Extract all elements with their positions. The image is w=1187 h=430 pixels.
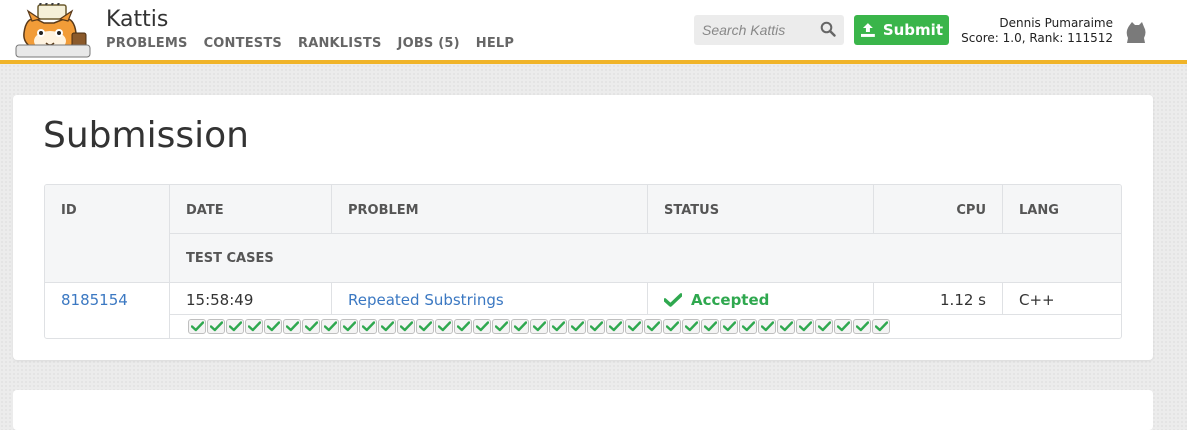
test-case-results bbox=[188, 319, 890, 334]
submission-card: Submission ID DATE PROBLEM STATUS CPU LA… bbox=[13, 95, 1153, 360]
test-case-passed-icon[interactable] bbox=[511, 319, 529, 334]
header-problem: PROBLEM bbox=[348, 203, 419, 218]
nav-ranklists[interactable]: RANKLISTS bbox=[298, 36, 382, 51]
status-badge: Accepted bbox=[664, 291, 769, 309]
header-status: STATUS bbox=[664, 203, 720, 218]
test-case-passed-icon[interactable] bbox=[226, 319, 244, 334]
test-case-passed-icon[interactable] bbox=[701, 319, 719, 334]
test-case-passed-icon[interactable] bbox=[454, 319, 472, 334]
upload-icon bbox=[860, 23, 875, 37]
header-id: ID bbox=[61, 203, 77, 218]
user-name: Dennis Pumaraime bbox=[999, 16, 1113, 30]
test-case-passed-icon[interactable] bbox=[587, 319, 605, 334]
test-case-passed-icon[interactable] bbox=[302, 319, 320, 334]
page-title: Submission bbox=[43, 115, 249, 156]
column-divider bbox=[331, 282, 332, 314]
submission-id-link[interactable]: 8185154 bbox=[61, 291, 128, 309]
test-case-passed-icon[interactable] bbox=[644, 319, 662, 334]
column-divider bbox=[1002, 282, 1003, 314]
search-box bbox=[694, 15, 844, 45]
test-case-passed-icon[interactable] bbox=[397, 319, 415, 334]
test-case-passed-icon[interactable] bbox=[796, 319, 814, 334]
header-cpu: CPU bbox=[956, 203, 986, 218]
test-case-passed-icon[interactable] bbox=[720, 319, 738, 334]
row-divider bbox=[169, 233, 1121, 234]
search-input[interactable] bbox=[702, 22, 814, 38]
column-divider bbox=[647, 185, 648, 234]
user-info[interactable]: Dennis Pumaraime Score: 1.0, Rank: 11151… bbox=[961, 16, 1113, 46]
test-case-passed-icon[interactable] bbox=[283, 319, 301, 334]
next-card bbox=[13, 390, 1153, 430]
status-text: Accepted bbox=[691, 291, 770, 309]
check-icon bbox=[664, 293, 682, 307]
avatar[interactable] bbox=[1125, 20, 1147, 44]
header-lang: LANG bbox=[1019, 203, 1059, 218]
test-case-passed-icon[interactable] bbox=[416, 319, 434, 334]
test-case-passed-icon[interactable] bbox=[188, 319, 206, 334]
kattis-logo[interactable] bbox=[14, 3, 94, 59]
test-case-passed-icon[interactable] bbox=[777, 319, 795, 334]
problem-link[interactable]: Repeated Substrings bbox=[348, 291, 504, 309]
column-divider bbox=[331, 185, 332, 234]
test-case-passed-icon[interactable] bbox=[264, 319, 282, 334]
test-case-passed-icon[interactable] bbox=[663, 319, 681, 334]
test-case-passed-icon[interactable] bbox=[834, 319, 852, 334]
cpu-time: 1.12 s bbox=[940, 291, 986, 309]
column-divider bbox=[1002, 185, 1003, 234]
submit-label: Submit bbox=[882, 21, 943, 39]
submit-button[interactable]: Submit bbox=[854, 15, 949, 45]
language: C++ bbox=[1019, 291, 1055, 309]
test-case-passed-icon[interactable] bbox=[435, 319, 453, 334]
test-case-passed-icon[interactable] bbox=[568, 319, 586, 334]
row-divider bbox=[169, 314, 1121, 315]
test-case-passed-icon[interactable] bbox=[340, 319, 358, 334]
test-case-passed-icon[interactable] bbox=[758, 319, 776, 334]
test-case-passed-icon[interactable] bbox=[492, 319, 510, 334]
main-nav: PROBLEMS CONTESTS RANKLISTS JOBS (5) HEL… bbox=[106, 36, 514, 51]
user-stats: Score: 1.0, Rank: 111512 bbox=[961, 31, 1113, 45]
header-test-cases: TEST CASES bbox=[186, 251, 274, 266]
submission-table: ID DATE PROBLEM STATUS CPU LANG TEST CAS… bbox=[44, 184, 1122, 339]
test-case-passed-icon[interactable] bbox=[321, 319, 339, 334]
nav-contests[interactable]: CONTESTS bbox=[204, 36, 282, 51]
test-case-passed-icon[interactable] bbox=[739, 319, 757, 334]
nav-help[interactable]: HELP bbox=[476, 36, 514, 51]
top-navbar: Kattis PROBLEMS CONTESTS RANKLISTS JOBS … bbox=[0, 0, 1187, 64]
nav-jobs[interactable]: JOBS (5) bbox=[398, 36, 460, 51]
test-case-passed-icon[interactable] bbox=[359, 319, 377, 334]
test-case-passed-icon[interactable] bbox=[473, 319, 491, 334]
test-case-passed-icon[interactable] bbox=[245, 319, 263, 334]
submission-date: 15:58:49 bbox=[186, 291, 254, 309]
header-date: DATE bbox=[186, 203, 224, 218]
brand-title[interactable]: Kattis bbox=[106, 7, 168, 32]
test-case-passed-icon[interactable] bbox=[530, 319, 548, 334]
test-case-passed-icon[interactable] bbox=[378, 319, 396, 334]
test-case-passed-icon[interactable] bbox=[207, 319, 225, 334]
test-case-passed-icon[interactable] bbox=[606, 319, 624, 334]
test-case-passed-icon[interactable] bbox=[549, 319, 567, 334]
search-icon[interactable] bbox=[820, 21, 836, 37]
test-case-passed-icon[interactable] bbox=[815, 319, 833, 334]
column-divider bbox=[647, 282, 648, 314]
test-case-passed-icon[interactable] bbox=[853, 319, 871, 334]
test-case-passed-icon[interactable] bbox=[625, 319, 643, 334]
column-divider bbox=[169, 185, 170, 338]
nav-problems[interactable]: PROBLEMS bbox=[106, 36, 188, 51]
row-divider bbox=[45, 282, 1121, 283]
test-case-passed-icon[interactable] bbox=[872, 319, 890, 334]
test-case-passed-icon[interactable] bbox=[682, 319, 700, 334]
